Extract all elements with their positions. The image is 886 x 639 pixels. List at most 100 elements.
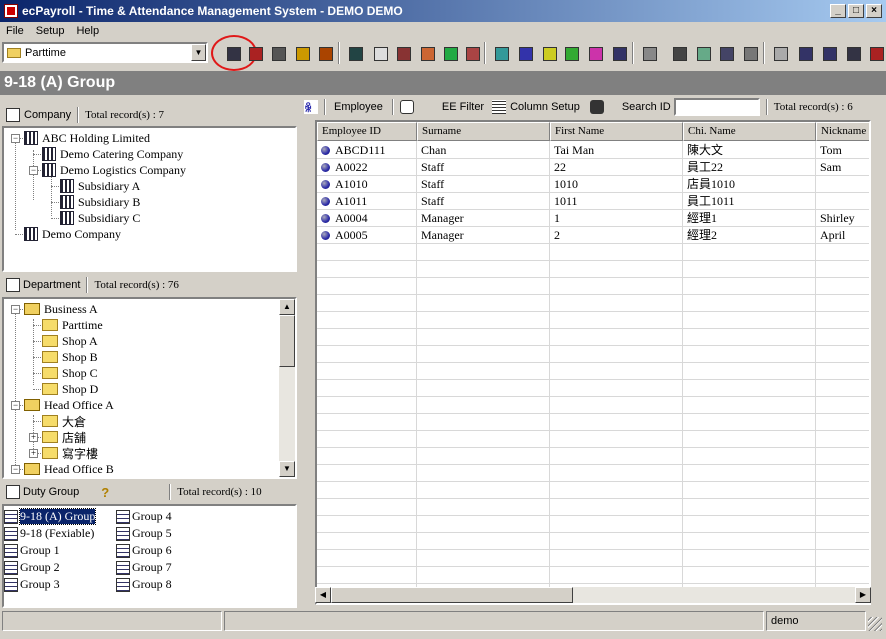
resize-grip-icon[interactable] [868,617,882,631]
duty-group-item[interactable]: Group 7 [116,559,172,576]
collapse-icon[interactable]: − [11,305,20,314]
company-tree-item[interactable]: Demo Company [24,226,121,242]
table-cell[interactable]: Staff [417,193,550,210]
table-cell[interactable]: Staff [417,176,550,193]
department-scrollbar[interactable]: ▲ ▼ [279,299,295,477]
table-cell[interactable] [816,176,869,193]
table-cell[interactable]: 經理2 [683,227,816,244]
department-tree-item[interactable]: 大倉 [42,413,86,429]
close-button[interactable]: × [866,4,882,18]
employee-grid[interactable]: Employee ID Surname First Name Chi. Name Nic… [315,120,871,605]
scroll-thumb[interactable] [279,315,295,367]
globe-icon[interactable] [609,43,629,63]
collapse-icon[interactable]: − [11,401,20,410]
company-tree-item[interactable]: Subsidiary C [60,210,140,226]
settings-icon[interactable] [417,43,437,63]
collapse-icon[interactable]: − [29,166,38,175]
expand-icon[interactable]: + [29,433,38,442]
tools-icon[interactable] [740,43,760,63]
tree-view-icon[interactable] [795,43,815,63]
scroll-left-icon[interactable]: ◀ [315,587,331,603]
department-tree-item[interactable]: Head Office A [24,397,114,413]
menu-help[interactable]: Help [70,25,105,37]
person-tool-icon[interactable] [268,43,288,63]
report-icon[interactable] [370,43,390,63]
column-header[interactable]: Employee ID [317,122,417,141]
refresh-icon[interactable] [770,43,790,63]
monitor-icon[interactable] [669,43,689,63]
calendar-icon[interactable] [491,43,511,63]
clock-icon[interactable] [462,43,482,63]
duty-group-item[interactable]: Group 5 [116,525,172,542]
duty-group-item[interactable]: Group 6 [116,542,172,559]
table-cell[interactable]: 經理1 [683,210,816,227]
department-tree-item[interactable]: Shop A [42,333,98,349]
table-cell[interactable]: Manager [417,210,550,227]
minimize-button[interactable]: _ [830,4,846,18]
department-tree-item[interactable]: Business A [24,301,98,317]
search-id-input[interactable] [673,98,760,116]
table-cell[interactable]: Chan [417,142,550,159]
mail-icon[interactable] [515,43,535,63]
detail-view-icon[interactable] [843,43,863,63]
pencil-icon[interactable] [585,43,605,63]
expand-icon[interactable]: + [29,449,38,458]
scroll-right-icon[interactable]: ▶ [855,587,871,603]
table-cell[interactable]: 1 [550,210,683,227]
list-view-icon[interactable] [819,43,839,63]
user-edit-icon[interactable] [693,43,713,63]
department-tree-item[interactable]: Shop B [42,349,98,365]
table-cell[interactable]: 2 [550,227,683,244]
menu-setup[interactable]: Setup [30,25,71,37]
table-cell[interactable]: 1010 [550,176,683,193]
table-cell[interactable]: Staff [417,159,550,176]
department-tree-item[interactable]: Parttime [42,317,103,333]
help-icon[interactable]: ? [101,485,109,500]
run-icon[interactable] [561,43,581,63]
duty-group-item[interactable]: 9-18 (A) Group [4,508,97,525]
binoculars-icon[interactable] [589,100,604,114]
collapse-icon[interactable]: − [11,465,20,474]
table-cell[interactable]: A0004 [331,210,417,227]
table-cell[interactable]: Shirley [816,210,869,227]
table-cell[interactable]: A0022 [331,159,417,176]
table-cell[interactable]: A1011 [331,193,417,210]
column-header[interactable]: Surname [417,122,550,141]
department-tree-item[interactable]: Shop C [42,365,98,381]
ee-filter-button[interactable]: EE Filter [442,101,484,113]
people-tool-icon[interactable] [245,43,265,63]
table-cell[interactable]: A1010 [331,176,417,193]
table-cell[interactable] [816,193,869,210]
table-cell[interactable]: 店員1010 [683,176,816,193]
filter-icon[interactable] [399,100,414,114]
menu-file[interactable]: File [0,25,30,37]
org-chart-icon[interactable] [716,43,736,63]
company-tree-item[interactable]: ABC Holding Limited [24,130,150,146]
scroll-down-icon[interactable]: ▼ [279,461,295,477]
department-tree-item[interactable]: 店舖 [42,429,86,445]
employee-button[interactable]: Employee [334,101,383,113]
department-tree-item[interactable]: Shop D [42,381,98,397]
company-tree-item[interactable]: Demo Catering Company [42,146,183,162]
department-tree-item[interactable]: Head Office B [24,461,114,477]
duty-group-item[interactable]: Group 4 [116,508,172,525]
department-tree[interactable]: Business A − Parttime Shop A Shop B Shop C Sho… [2,297,297,479]
chevron-down-icon[interactable]: ▼ [191,44,206,61]
group-combo[interactable]: Parttime ▼ [2,42,208,63]
grid-horizontal-scrollbar[interactable]: ◀ ▶ [315,587,871,603]
maximize-button[interactable]: □ [848,4,864,18]
column-header[interactable]: Chi. Name [683,122,816,141]
column-setup-button[interactable]: Column Setup [510,101,580,113]
table-cell[interactable]: ABCD111 [331,142,417,159]
folder-tool-icon[interactable] [292,43,312,63]
table-cell[interactable]: A0005 [331,227,417,244]
duty-group-item[interactable]: 9-18 (Fexiable) [4,525,94,542]
company-tree-item[interactable]: Subsidiary B [60,194,140,210]
column-header[interactable]: First Name [550,122,683,141]
table-cell[interactable]: 22 [550,159,683,176]
company-tree[interactable]: ABC Holding Limited − Demo Catering Compan… [2,126,297,272]
table-cell[interactable]: Tom [816,142,869,159]
cabinet-tool-icon[interactable] [315,43,335,63]
company-tree-item[interactable]: Demo Logistics Company [42,162,186,178]
company-tree-item[interactable]: Subsidiary A [60,178,140,194]
